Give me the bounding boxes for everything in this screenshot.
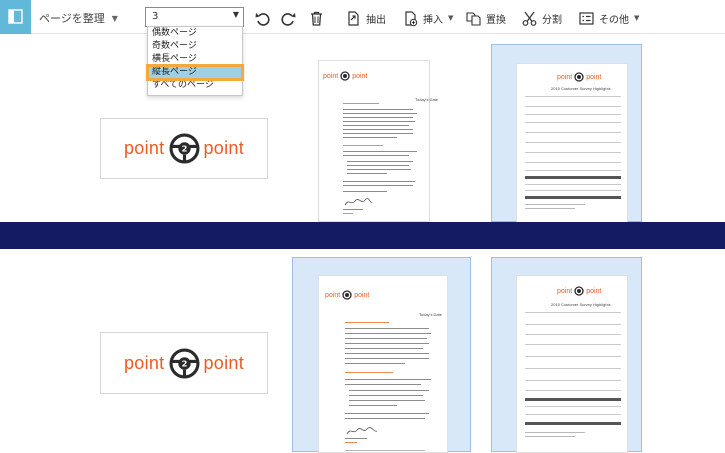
page-selection-value: 3 [152,11,159,22]
replace-button[interactable]: 置換 [465,8,506,28]
steering-wheel-icon [574,286,584,296]
page-thumbnail-6-selected[interactable]: point point 2015 Customer Survey Highligh… [491,257,642,453]
option-odd-pages[interactable]: 奇数ページ [148,40,242,53]
option-portrait-pages[interactable]: 縦長ページ [146,64,244,81]
signature-graphic [346,427,378,435]
insert-button[interactable]: 挿入 ▼ [402,8,453,28]
organize-toolbar: ページを整理 ▼ 3 ▼ 抽出 挿入 ▼ 置換 分割 その他 ▼ [0,0,725,34]
logo-word-2: point [203,138,245,158]
page-selection-dropdown: 偶数ページ 奇数ページ 横長ページ 縦長ページ すべてのページ [146,26,244,96]
steering-wheel-icon [340,71,350,81]
logo-center: 2 [181,358,187,368]
letter-page: point point Today's Date [318,275,448,453]
logo-center: 2 [181,144,187,154]
letter-date: Today's Date [419,312,442,317]
signature-graphic [344,198,373,206]
small-logo: point point [323,71,368,81]
chevron-down-icon: ▼ [634,14,640,22]
page-thumbnail-2[interactable]: point point Today's Date [318,60,438,222]
logo-word-1: point [123,138,165,158]
chevron-down-icon: ▼ [111,14,118,23]
organize-pages-menu[interactable]: ページを整理 ▼ [39,10,118,26]
survey-page: point point 2015 Customer Survey Highligh… [516,63,628,223]
steering-wheel-icon: 2 [169,348,199,378]
option-landscape-pages[interactable]: 横長ページ [148,53,242,66]
scissors-icon [522,11,537,26]
more-label: その他 [599,14,629,26]
trash-icon [311,11,322,26]
logo-word-1: point [123,352,165,373]
undo-icon [255,12,270,26]
replace-label: 置換 [486,14,506,26]
steering-wheel-icon: 2 [169,133,199,164]
page-thumbnail-5-selected[interactable]: point point Today's Date [292,257,471,453]
sidebar-toggle-button[interactable] [0,0,31,34]
more-button[interactable]: その他 ▼ [578,8,639,28]
redo-button[interactable] [280,8,297,28]
replace-icon [466,11,481,26]
steering-wheel-icon [574,72,584,82]
delete-button[interactable] [308,8,325,28]
logo-word-2: point [203,352,245,373]
split-button[interactable]: 分割 [521,8,562,28]
organize-pages-label: ページを整理 [39,12,105,25]
extract-button[interactable]: 抽出 [345,8,386,28]
extract-icon [348,10,359,26]
letter-date: Today's Date [415,97,438,102]
undo-button[interactable] [254,8,271,28]
page-selection-input[interactable]: 3 ▼ [145,7,244,27]
steering-wheel-icon [342,290,352,300]
insert-icon [405,10,418,26]
insert-label: 挿入 [423,14,443,26]
survey-page: point point 2015 Customer Survey Highligh… [516,275,628,453]
chevron-down-icon: ▼ [448,14,454,22]
extract-label: 抽出 [366,14,386,26]
page-thumbnail-1[interactable]: point 2 point [100,118,268,179]
page-thumbnail-3-selected[interactable]: point point 2015 Customer Survey Highligh… [491,44,642,223]
page-separator-bar [0,222,725,249]
split-label: 分割 [542,14,562,26]
redo-icon [281,12,296,26]
sidebar-toggle-icon [8,9,23,24]
page-thumbnail-4[interactable]: point 2 point [100,332,268,394]
survey-title: 2015 Customer Survey Highlights [551,302,611,307]
chevron-down-icon[interactable]: ▼ [233,10,239,19]
option-even-pages[interactable]: 偶数ページ [148,27,242,40]
option-all-pages[interactable]: すべてのページ [148,79,242,92]
more-icon [579,11,594,25]
survey-title: 2015 Customer Survey Highlights [551,86,611,91]
